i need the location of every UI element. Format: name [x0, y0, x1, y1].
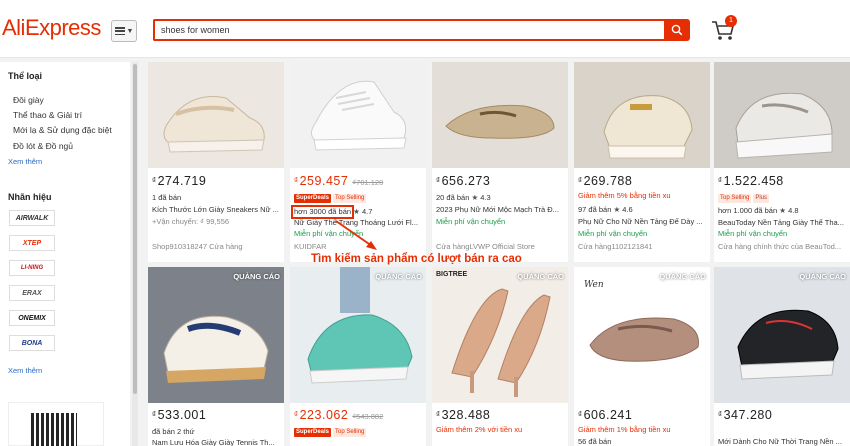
annotation-text: Tìm kiếm sản phẩm có lượt bán ra cao — [311, 253, 522, 265]
annotation-arrow — [335, 220, 377, 250]
